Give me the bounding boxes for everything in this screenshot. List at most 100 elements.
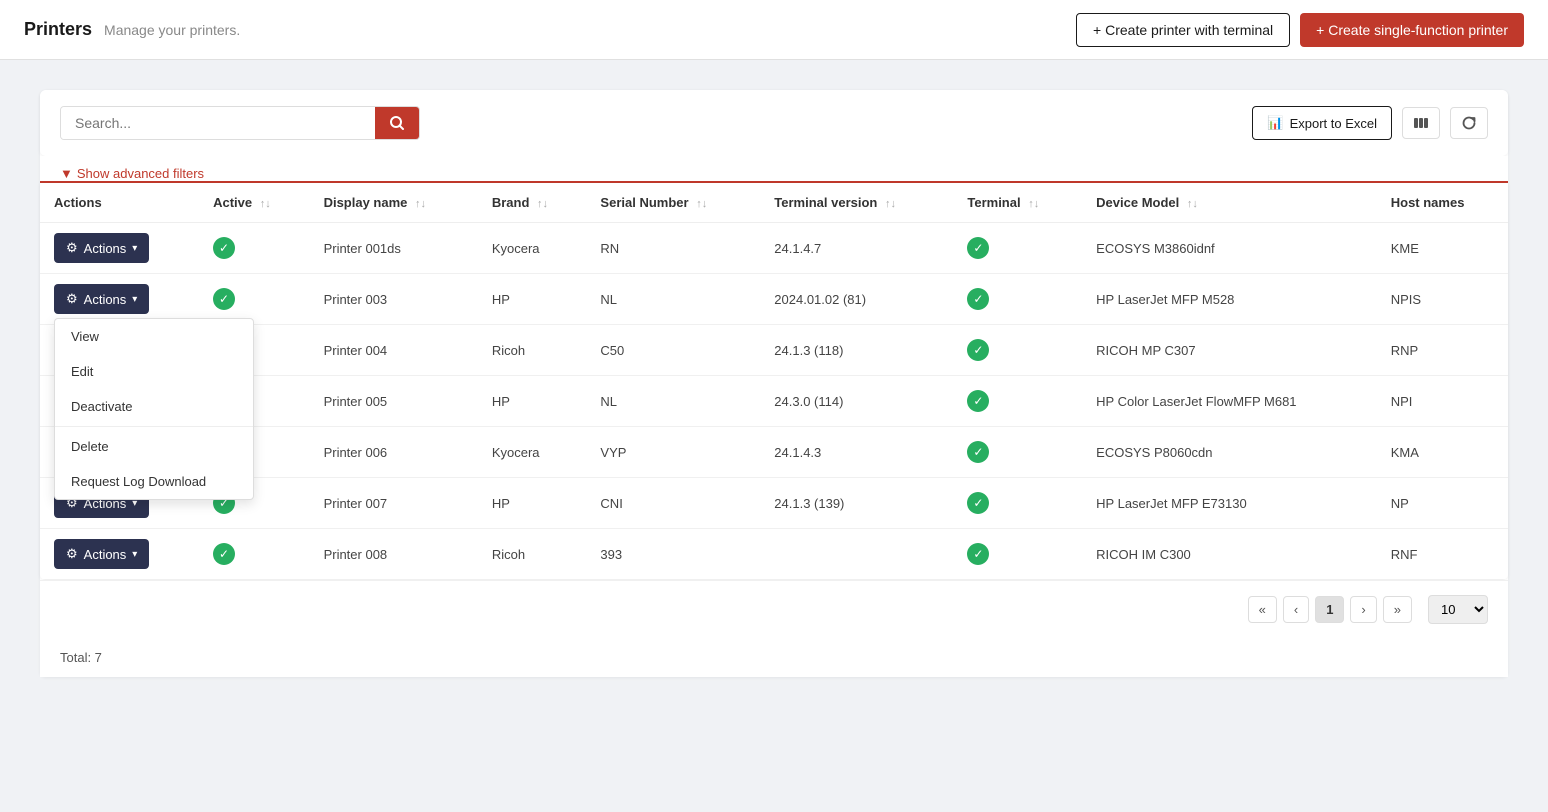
actions-cell: ⚙ Actions ▾ [40,223,199,274]
display-name-cell: Printer 004 [310,325,478,376]
search-button[interactable] [375,107,419,139]
terminal-cell: ✓ [953,325,1082,376]
columns-button[interactable] [1402,107,1440,139]
first-page-button[interactable]: « [1248,596,1277,623]
brand-cell: HP [478,478,587,529]
gear-icon: ⚙ [66,546,78,562]
menu-item-view[interactable]: View [55,319,253,354]
table-row: ⚙ Actions ▾✓Printer 005HPNL24.3.0 (114)✓… [40,376,1508,427]
terminal-cell: ✓ [953,274,1082,325]
serial-number-cell: 393 [586,529,760,580]
table-row: ⚙ Actions ▾ViewEditDeactivateDeleteReque… [40,274,1508,325]
toolbar-right: 📊 Export to Excel [1252,106,1488,140]
serial-number-cell: CNI [586,478,760,529]
display-name-cell: Printer 006 [310,427,478,478]
brand-cell: Ricoh [478,325,587,376]
printers-table-container: Actions Active ↑↓ Display name ↑↓ Brand [40,183,1508,580]
terminal-version-cell: 24.3.0 (114) [760,376,953,427]
refresh-icon [1461,115,1477,131]
sort-terminal-version-icon[interactable]: ↑↓ [885,198,896,210]
col-host-names: Host names [1377,183,1508,223]
header-left: Printers Manage your printers. [24,19,240,40]
active-cell: ✓ [199,274,309,325]
header-actions: + Create printer with terminal + Create … [1076,13,1524,47]
menu-item-delete[interactable]: Delete [55,429,253,464]
active-icon: ✓ [213,237,235,259]
serial-number-cell: NL [586,274,760,325]
terminal-active-icon: ✓ [967,339,989,361]
table-header: Actions Active ↑↓ Display name ↑↓ Brand [40,183,1508,223]
col-serial-number: Serial Number ↑↓ [586,183,760,223]
main-content: 📊 Export to Excel [0,60,1548,707]
terminal-active-icon: ✓ [967,237,989,259]
search-box [60,106,420,140]
actions-dropdown-wrapper: ⚙ Actions ▾ViewEditDeactivateDeleteReque… [54,284,149,314]
actions-button[interactable]: ⚙ Actions ▾ [54,539,149,569]
device-model-cell: ECOSYS M3860idnf [1082,223,1377,274]
create-printer-terminal-button[interactable]: + Create printer with terminal [1076,13,1290,47]
terminal-active-icon: ✓ [967,390,989,412]
host-names-cell: KMA [1377,427,1508,478]
actions-cell: ⚙ Actions ▾ [40,529,199,580]
host-names-cell: NPI [1377,376,1508,427]
page-title: Printers [24,19,92,40]
last-page-button[interactable]: » [1383,596,1412,623]
export-label: Export to Excel [1290,116,1377,131]
terminal-active-icon: ✓ [967,543,989,565]
host-names-cell: KME [1377,223,1508,274]
terminal-version-cell: 24.1.3 (139) [760,478,953,529]
col-terminal: Terminal ↑↓ [953,183,1082,223]
sort-brand-icon[interactable]: ↑↓ [537,198,548,210]
actions-button[interactable]: ⚙ Actions ▾ [54,284,149,314]
gear-icon: ⚙ [66,240,78,256]
host-names-cell: RNF [1377,529,1508,580]
col-brand: Brand ↑↓ [478,183,587,223]
display-name-cell: Printer 007 [310,478,478,529]
next-page-button[interactable]: › [1350,596,1376,623]
device-model-cell: RICOH IM C300 [1082,529,1377,580]
device-model-cell: HP LaserJet MFP E73130 [1082,478,1377,529]
terminal-cell: ✓ [953,223,1082,274]
serial-number-cell: C50 [586,325,760,376]
sort-device-model-icon[interactable]: ↑↓ [1187,198,1198,210]
create-single-function-printer-button[interactable]: + Create single-function printer [1300,13,1524,47]
terminal-cell: ✓ [953,376,1082,427]
col-device-model: Device Model ↑↓ [1082,183,1377,223]
pagination-bar: « ‹ 1 › » 10 25 50 100 [40,580,1508,638]
col-terminal-version: Terminal version ↑↓ [760,183,953,223]
device-model-cell: RICOH MP C307 [1082,325,1377,376]
advanced-filters-bar: ▼ Show advanced filters [40,156,1508,181]
host-names-cell: NPIS [1377,274,1508,325]
adv-filters-label: Show advanced filters [77,166,204,181]
prev-page-button[interactable]: ‹ [1283,596,1309,623]
brand-cell: HP [478,376,587,427]
search-input[interactable] [61,107,375,139]
refresh-button[interactable] [1450,107,1488,139]
page-subtitle: Manage your printers. [104,22,240,38]
page-size-select[interactable]: 10 25 50 100 [1428,595,1488,624]
active-cell: ✓ [199,223,309,274]
export-excel-button[interactable]: 📊 Export to Excel [1252,106,1392,140]
show-advanced-filters-link[interactable]: ▼ Show advanced filters [60,166,1488,181]
menu-item-edit[interactable]: Edit [55,354,253,389]
menu-item-request-log-download[interactable]: Request Log Download [55,464,253,499]
col-display-name: Display name ↑↓ [310,183,478,223]
sort-terminal-icon[interactable]: ↑↓ [1028,198,1039,210]
chevron-down-icon: ▾ [132,294,137,305]
actions-dropdown-wrapper: ⚙ Actions ▾ [54,539,149,569]
table-row: ⚙ Actions ▾✓Printer 007HPCNI24.1.3 (139)… [40,478,1508,529]
printers-table: Actions Active ↑↓ Display name ↑↓ Brand [40,183,1508,580]
menu-item-deactivate[interactable]: Deactivate [55,389,253,424]
actions-button[interactable]: ⚙ Actions ▾ [54,233,149,263]
terminal-cell: ✓ [953,529,1082,580]
terminal-active-icon: ✓ [967,288,989,310]
serial-number-cell: VYP [586,427,760,478]
sort-active-icon[interactable]: ↑↓ [260,198,271,210]
page-1-button[interactable]: 1 [1315,596,1344,623]
chevron-icon: ▼ [60,166,73,181]
terminal-active-icon: ✓ [967,441,989,463]
device-model-cell: ECOSYS P8060cdn [1082,427,1377,478]
active-icon: ✓ [213,288,235,310]
sort-display-name-icon[interactable]: ↑↓ [415,198,426,210]
sort-serial-icon[interactable]: ↑↓ [696,198,707,210]
